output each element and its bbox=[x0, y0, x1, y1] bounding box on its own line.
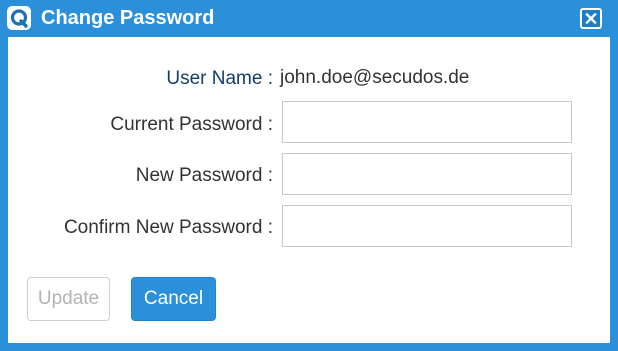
user-name-label: User Name : bbox=[166, 68, 273, 89]
close-button[interactable] bbox=[580, 8, 602, 29]
change-password-dialog: Change Password User Name : john.doe@sec… bbox=[0, 0, 618, 351]
dialog-titlebar: Change Password bbox=[0, 0, 618, 37]
confirm-password-input[interactable] bbox=[282, 205, 572, 247]
new-password-label: New Password : bbox=[135, 165, 273, 186]
cancel-button[interactable]: Cancel bbox=[131, 277, 216, 321]
close-icon bbox=[585, 12, 597, 25]
current-password-input[interactable] bbox=[282, 101, 572, 143]
update-button[interactable]: Update bbox=[27, 277, 110, 321]
current-password-label: Current Password : bbox=[110, 114, 273, 135]
dialog-body: User Name : john.doe@secudos.de Current … bbox=[8, 37, 610, 343]
user-name-value: john.doe@secudos.de bbox=[280, 67, 470, 88]
dialog-title: Change Password bbox=[41, 7, 215, 29]
new-password-input[interactable] bbox=[282, 153, 572, 195]
confirm-password-label: Confirm New Password : bbox=[63, 217, 273, 238]
app-logo-icon bbox=[7, 6, 31, 30]
